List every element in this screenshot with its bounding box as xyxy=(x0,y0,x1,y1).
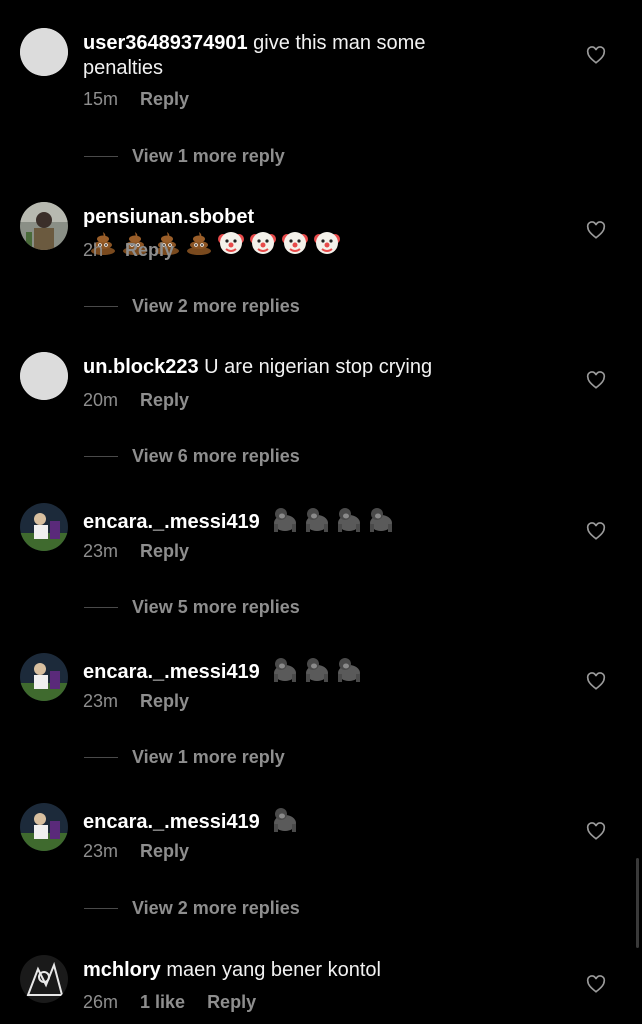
comment-username[interactable]: user36489374901 xyxy=(83,32,248,54)
comment-body: maen yang bener kontol xyxy=(166,959,381,981)
heart-icon[interactable] xyxy=(586,221,606,239)
view-more-replies[interactable]: View 6 more replies xyxy=(84,446,300,467)
heart-icon[interactable] xyxy=(586,672,606,690)
gorilla-emoji xyxy=(367,506,395,532)
reply-button[interactable]: Reply xyxy=(140,390,189,411)
comment-meta: 23m Reply xyxy=(83,541,189,562)
view-more-replies[interactable]: View 5 more replies xyxy=(84,597,300,618)
comment-time: 23m xyxy=(83,691,119,711)
gorilla-emoji xyxy=(335,656,363,682)
view-more-replies[interactable]: View 2 more replies xyxy=(84,898,300,919)
comment-username[interactable]: encara._.messi419 xyxy=(83,811,260,833)
reply-button[interactable]: Reply xyxy=(140,841,189,862)
comments-screen: user36489374901 give this man some penal… xyxy=(0,0,642,1024)
comment-text: encara._.messi419 xyxy=(83,506,503,535)
emoji-row xyxy=(271,806,299,832)
comment-meta: 23m Reply xyxy=(83,841,189,862)
clown-emoji xyxy=(281,230,309,256)
avatar[interactable] xyxy=(20,955,68,1003)
reply-button[interactable]: Reply xyxy=(207,992,256,1013)
heart-icon[interactable] xyxy=(586,46,606,64)
view-more-replies[interactable]: View 2 more replies xyxy=(84,296,300,317)
heart-icon[interactable] xyxy=(586,371,606,389)
heart-icon[interactable] xyxy=(586,975,606,993)
divider-line xyxy=(84,306,118,307)
gorilla-emoji xyxy=(303,506,331,532)
comment-username[interactable]: pensiunan.sbobet xyxy=(83,206,254,228)
comment-time: 2h xyxy=(83,240,104,260)
comment-username[interactable]: mchlory xyxy=(83,959,161,981)
comment-text: encara._.messi419 xyxy=(83,806,503,835)
clown-emoji xyxy=(217,230,245,256)
avatar[interactable] xyxy=(20,503,68,551)
scrollbar[interactable] xyxy=(636,858,639,948)
avatar[interactable] xyxy=(20,202,68,250)
clown-emoji xyxy=(313,230,341,256)
divider-line xyxy=(84,456,118,457)
gorilla-emoji xyxy=(271,806,299,832)
comment-time: 15m xyxy=(83,89,119,109)
heart-icon[interactable] xyxy=(586,822,606,840)
gorilla-emoji xyxy=(335,506,363,532)
comment-meta: 15m Reply xyxy=(83,89,189,110)
avatar[interactable] xyxy=(20,28,68,76)
comment-text: mchlory maen yang bener kontol xyxy=(83,958,503,983)
comment-body: U are nigerian stop crying xyxy=(204,356,433,378)
likes-count[interactable]: 1 like xyxy=(140,992,185,1013)
view-more-replies[interactable]: View 1 more reply xyxy=(84,747,285,768)
view-more-label[interactable]: View 2 more replies xyxy=(132,898,300,919)
view-more-label[interactable]: View 5 more replies xyxy=(132,597,300,618)
comment-username[interactable]: un.block223 xyxy=(83,356,199,378)
comment-text: user36489374901 give this man some penal… xyxy=(83,31,503,81)
comment-time: 26m xyxy=(83,992,119,1012)
avatar[interactable] xyxy=(20,653,68,701)
emoji-row xyxy=(271,506,395,532)
divider-line xyxy=(84,908,118,909)
comment-meta: 26m 1 like Reply xyxy=(83,992,256,1013)
poop-emoji xyxy=(185,230,213,256)
comment-meta: 23m Reply xyxy=(83,691,189,712)
gorilla-emoji xyxy=(271,656,299,682)
reply-button[interactable]: Reply xyxy=(125,240,174,261)
comment-time: 23m xyxy=(83,541,119,561)
comment-text: un.block223 U are nigerian stop crying xyxy=(83,355,503,380)
comment-meta: 20m Reply xyxy=(83,390,189,411)
emoji-row xyxy=(271,656,363,682)
gorilla-emoji xyxy=(303,656,331,682)
comment-time: 20m xyxy=(83,390,119,410)
comment-username[interactable]: encara._.messi419 xyxy=(83,511,260,533)
comment-meta: 2h Reply xyxy=(83,240,174,261)
view-more-label[interactable]: View 6 more replies xyxy=(132,446,300,467)
comment-text: encara._.messi419 xyxy=(83,656,503,685)
reply-button[interactable]: Reply xyxy=(140,691,189,712)
divider-line xyxy=(84,607,118,608)
heart-icon[interactable] xyxy=(586,522,606,540)
gorilla-emoji xyxy=(271,506,299,532)
comment-time: 23m xyxy=(83,841,119,861)
reply-button[interactable]: Reply xyxy=(140,541,189,562)
comment-username[interactable]: encara._.messi419 xyxy=(83,661,260,683)
clown-emoji xyxy=(249,230,277,256)
divider-line xyxy=(84,757,118,758)
reply-button[interactable]: Reply xyxy=(140,89,189,110)
view-more-replies[interactable]: View 1 more reply xyxy=(84,146,285,167)
view-more-label[interactable]: View 1 more reply xyxy=(132,747,285,768)
view-more-label[interactable]: View 1 more reply xyxy=(132,146,285,167)
divider-line xyxy=(84,156,118,157)
avatar[interactable] xyxy=(20,352,68,400)
avatar[interactable] xyxy=(20,803,68,851)
view-more-label[interactable]: View 2 more replies xyxy=(132,296,300,317)
